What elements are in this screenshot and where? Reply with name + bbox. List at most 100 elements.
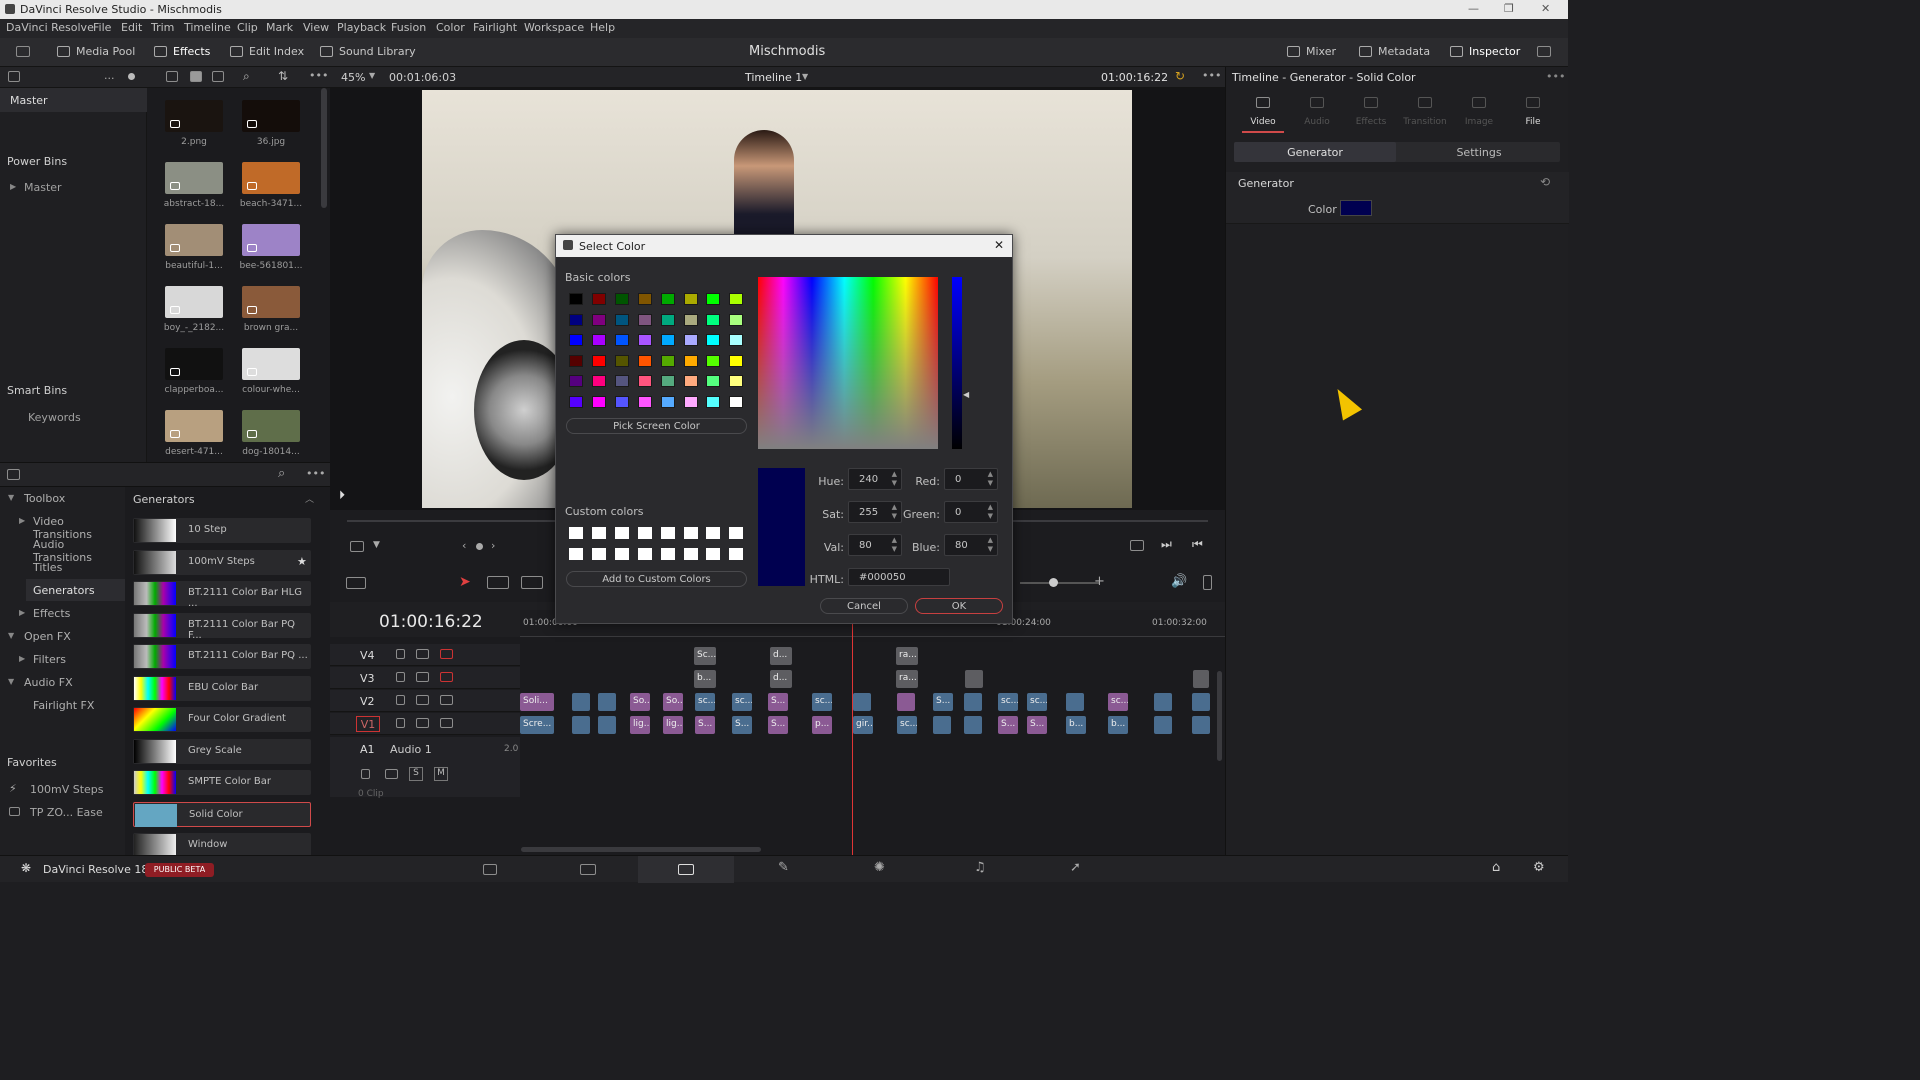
favorite-item[interactable]: TP ZO... Ease xyxy=(30,806,103,819)
basic-color-swatch[interactable] xyxy=(706,293,721,305)
timeline-clip[interactable] xyxy=(572,693,590,711)
media-thumbnail[interactable] xyxy=(242,162,300,194)
detail-view-icon[interactable] xyxy=(212,71,224,82)
basic-color-swatch[interactable] xyxy=(706,375,721,388)
basic-color-swatch[interactable] xyxy=(729,396,744,408)
menu-fusion[interactable]: Fusion xyxy=(391,21,426,34)
custom-color-swatch[interactable] xyxy=(706,527,721,539)
zoom-slider-handle[interactable] xyxy=(1049,578,1058,587)
add-custom-colors-button[interactable]: Add to Custom Colors xyxy=(566,571,747,587)
basic-color-swatch[interactable] xyxy=(637,375,652,388)
menu-file[interactable]: File xyxy=(93,21,111,34)
generator-item[interactable]: 100mV Steps ★ xyxy=(133,549,311,575)
track-monitor-icon[interactable] xyxy=(440,695,453,705)
effects-sidebar-icon[interactable] xyxy=(7,469,20,480)
inspector-tab-file[interactable]: File xyxy=(1508,93,1558,129)
timeline-clip[interactable]: sc... xyxy=(998,693,1018,711)
generator-item[interactable]: 10 Step xyxy=(133,518,311,543)
clip-area[interactable]: Sc... d... ra... b... d... ra... Soli... So... S… xyxy=(520,637,1225,855)
timeline-clip[interactable]: b... xyxy=(694,670,716,688)
zoom-slider[interactable] xyxy=(1020,582,1100,584)
dialog-close-icon[interactable]: ✕ xyxy=(994,238,1004,252)
timeline-clip[interactable]: S... xyxy=(998,716,1018,734)
basic-color-swatch[interactable] xyxy=(569,396,583,408)
trim-tool-icon[interactable] xyxy=(487,576,509,589)
timeline-clip[interactable]: ra... xyxy=(896,647,918,665)
sidebar-toggle-icon[interactable] xyxy=(16,46,30,57)
media-thumbnail[interactable] xyxy=(165,100,223,132)
menu-timeline[interactable]: Timeline xyxy=(184,21,231,34)
basic-color-swatch[interactable] xyxy=(637,334,652,347)
custom-color-swatch[interactable] xyxy=(683,527,698,539)
timeline-clip[interactable] xyxy=(598,693,616,711)
menu-clip[interactable]: Clip xyxy=(237,21,258,34)
auto-select-icon[interactable] xyxy=(416,718,429,728)
timeline-clip[interactable]: S... xyxy=(768,716,788,734)
blue-input[interactable]: 80 ▲ ▼ xyxy=(944,534,998,556)
meter-icon[interactable] xyxy=(1203,575,1212,590)
basic-color-swatch[interactable] xyxy=(660,293,675,305)
chevron-right-icon[interactable]: ▶ xyxy=(19,516,25,525)
menu-trim[interactable]: Trim xyxy=(151,21,174,34)
timeline-clip[interactable] xyxy=(853,693,871,711)
generator-item[interactable]: BT.2111 Color Bar PQ ... xyxy=(133,644,311,669)
disable-track-icon[interactable] xyxy=(440,649,453,659)
menu-mark[interactable]: Mark xyxy=(266,21,293,34)
home-icon[interactable]: ⌂ xyxy=(1492,860,1500,875)
lock-icon[interactable] xyxy=(396,718,405,728)
zoom-in-icon[interactable]: + xyxy=(1094,574,1105,589)
timeline-clip[interactable] xyxy=(1154,693,1172,711)
sort-icon[interactable]: ⇅ xyxy=(278,69,288,83)
basic-color-swatch[interactable] xyxy=(591,354,606,367)
tree-open-fx[interactable]: Open FX xyxy=(24,630,71,643)
timeline-clip[interactable]: sc... xyxy=(812,693,832,711)
tree-audio-fx[interactable]: Audio FX xyxy=(24,676,73,689)
tree-fairlight-fx[interactable]: Fairlight FX xyxy=(33,699,94,712)
tree-generators[interactable]: Generators xyxy=(33,584,95,597)
zoom-level[interactable]: 45% xyxy=(341,71,365,84)
loop-icon[interactable]: ↻ xyxy=(1175,69,1185,83)
grid-view-icon[interactable] xyxy=(190,71,202,82)
green-input[interactable]: 0 ▲ ▼ xyxy=(944,501,998,523)
custom-color-swatch[interactable] xyxy=(729,527,744,539)
menu-fairlight[interactable]: Fairlight xyxy=(473,21,517,34)
timeline-clip[interactable] xyxy=(572,716,590,734)
basic-color-swatch[interactable] xyxy=(729,313,744,326)
timeline-clip[interactable]: b... xyxy=(1066,716,1086,734)
timeline-chevron-icon[interactable]: ▼ xyxy=(802,72,808,81)
disable-track-icon[interactable] xyxy=(440,672,453,682)
custom-color-swatch[interactable] xyxy=(683,547,698,560)
basic-color-swatch[interactable] xyxy=(729,354,744,367)
color-spectrum[interactable] xyxy=(758,277,938,449)
page-media-icon[interactable] xyxy=(483,864,497,875)
generator-item[interactable]: SMPTE Color Bar xyxy=(133,770,311,795)
basic-color-swatch[interactable] xyxy=(660,334,675,347)
basic-color-swatch[interactable] xyxy=(614,375,629,388)
media-pool-button[interactable]: Media Pool xyxy=(57,45,135,58)
generator-item[interactable]: EBU Color Bar xyxy=(133,675,311,701)
custom-color-swatch[interactable] xyxy=(569,527,583,539)
basic-color-swatch[interactable] xyxy=(614,396,629,408)
minimize-icon[interactable]: — xyxy=(1468,2,1479,15)
basic-color-swatch[interactable] xyxy=(729,293,744,305)
timeline-clip[interactable]: Sc... xyxy=(694,647,716,665)
auto-select-icon[interactable] xyxy=(416,649,429,659)
lock-icon[interactable] xyxy=(361,769,370,779)
timeline-clip[interactable]: lig... xyxy=(663,716,683,734)
subtab-settings[interactable]: Settings xyxy=(1398,142,1560,162)
basic-color-swatch[interactable] xyxy=(706,354,721,367)
basic-color-swatch[interactable] xyxy=(706,334,721,347)
media-thumbnail[interactable] xyxy=(165,162,223,194)
transform-icon[interactable] xyxy=(350,541,364,552)
timeline-scrollbar[interactable] xyxy=(521,847,761,852)
inspector-button[interactable]: Inspector xyxy=(1450,45,1520,58)
subtab-generator[interactable]: Generator xyxy=(1234,142,1396,162)
tree-titles[interactable]: Titles xyxy=(33,561,62,574)
chevron-right-icon[interactable]: ▶ xyxy=(19,608,25,617)
custom-color-swatch[interactable] xyxy=(637,547,652,560)
chevron-down-icon[interactable]: ▼ xyxy=(8,677,14,686)
custom-color-swatch[interactable] xyxy=(660,527,675,539)
mixer-button[interactable]: Mixer xyxy=(1287,45,1336,58)
page-cut-icon[interactable] xyxy=(580,864,596,875)
menu-color[interactable]: Color xyxy=(436,21,465,34)
